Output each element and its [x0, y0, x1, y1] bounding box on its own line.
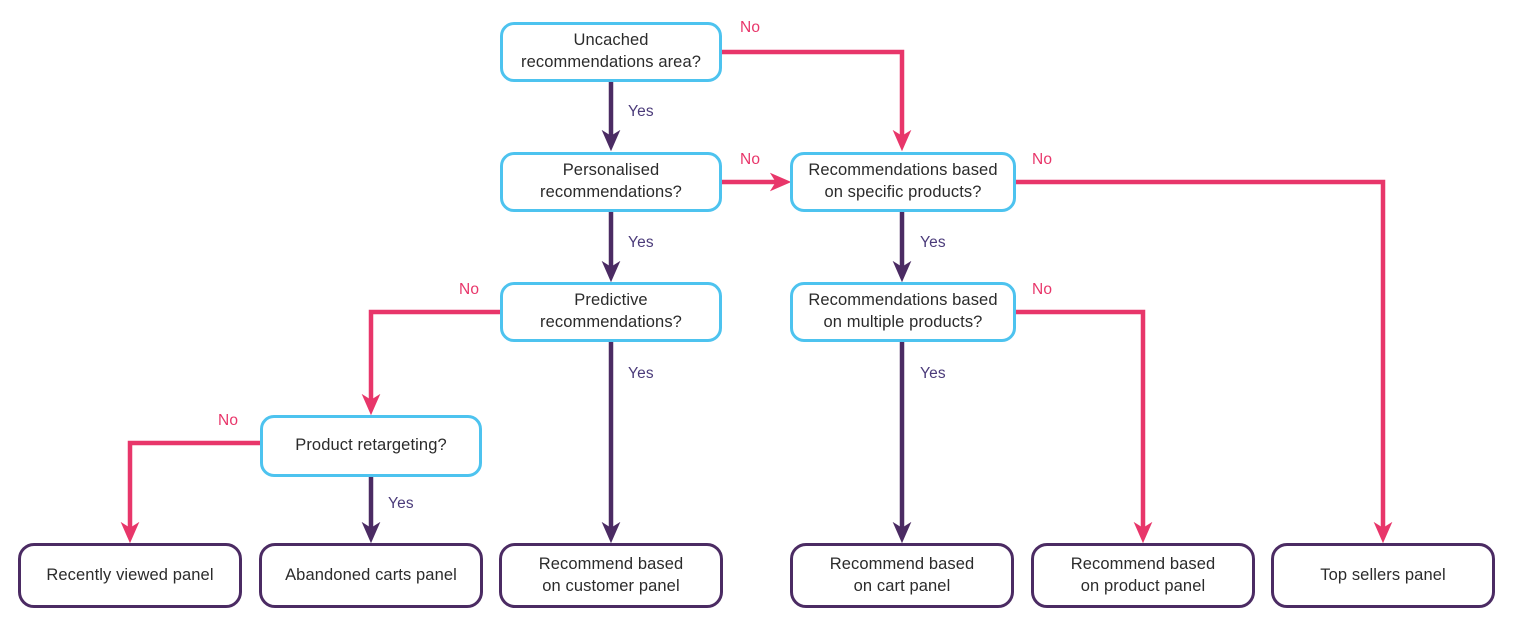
node-label: Top sellers panel: [1320, 565, 1446, 584]
node-product-retargeting[interactable]: Product retargeting?: [260, 415, 482, 477]
node-recently-viewed-panel[interactable]: Recently viewed panel: [18, 543, 242, 608]
flowchart-canvas: Uncached recommendations area? Personali…: [0, 0, 1514, 625]
edge-label-yes-specific: Yes: [920, 234, 946, 251]
node-label: Recommendations based on specific produc…: [808, 161, 998, 201]
node-label: Abandoned carts panel: [285, 565, 457, 584]
node-label: Predictive recommendations?: [540, 291, 682, 331]
edge-uncached-no: [722, 49, 912, 152]
node-label: Product retargeting?: [295, 436, 447, 455]
node-recommendations-multiple-products[interactable]: Recommendations based on multiple produc…: [790, 282, 1016, 342]
node-personalised-recommendations[interactable]: Personalised recommendations?: [500, 152, 722, 212]
edge-label-no-specific: No: [1032, 151, 1053, 168]
edge-label-yes-retargeting: Yes: [388, 495, 414, 512]
node-label: Recommend based on cart panel: [829, 554, 975, 595]
edge-label-yes-personalised: Yes: [628, 234, 654, 251]
node-recommend-based-on-product-panel[interactable]: Recommend based on product panel: [1031, 543, 1255, 608]
node-abandoned-carts-panel[interactable]: Abandoned carts panel: [259, 543, 483, 608]
edge-label-no-retargeting: No: [218, 412, 239, 429]
edge-predictive-no: [361, 309, 500, 416]
edge-specific-no: [1016, 179, 1393, 544]
edge-label-no-predictive: No: [459, 281, 480, 298]
node-recommend-based-on-cart-panel[interactable]: Recommend based on cart panel: [790, 543, 1014, 608]
edge-label-yes-predictive: Yes: [628, 365, 654, 382]
node-label: Recently viewed panel: [46, 565, 214, 584]
node-recommend-based-on-customer-panel[interactable]: Recommend based on customer panel: [499, 543, 723, 608]
edge-label-no-personalised: No: [740, 151, 761, 168]
edge-retargeting-no: [120, 440, 260, 544]
node-recommendations-specific-products[interactable]: Recommendations based on specific produc…: [790, 152, 1016, 212]
node-label: Recommendations based on multiple produc…: [808, 291, 998, 331]
edge-label-yes-uncached: Yes: [628, 103, 654, 120]
node-label: Recommend based on product panel: [1070, 554, 1216, 595]
node-label: Uncached recommendations area?: [520, 31, 702, 71]
node-top-sellers-panel[interactable]: Top sellers panel: [1271, 543, 1495, 608]
node-label: Personalised recommendations?: [540, 161, 682, 201]
edge-multiple-no: [1016, 309, 1153, 544]
edge-label-no-multiple: No: [1032, 281, 1053, 298]
node-label: Recommend based on customer panel: [538, 554, 684, 595]
node-predictive-recommendations[interactable]: Predictive recommendations?: [500, 282, 722, 342]
edge-label-no-uncached: No: [740, 19, 761, 36]
flowchart-connectors: [120, 49, 1393, 544]
edge-label-yes-multiple: Yes: [920, 365, 946, 382]
node-uncached-recommendations-area[interactable]: Uncached recommendations area?: [500, 22, 722, 82]
